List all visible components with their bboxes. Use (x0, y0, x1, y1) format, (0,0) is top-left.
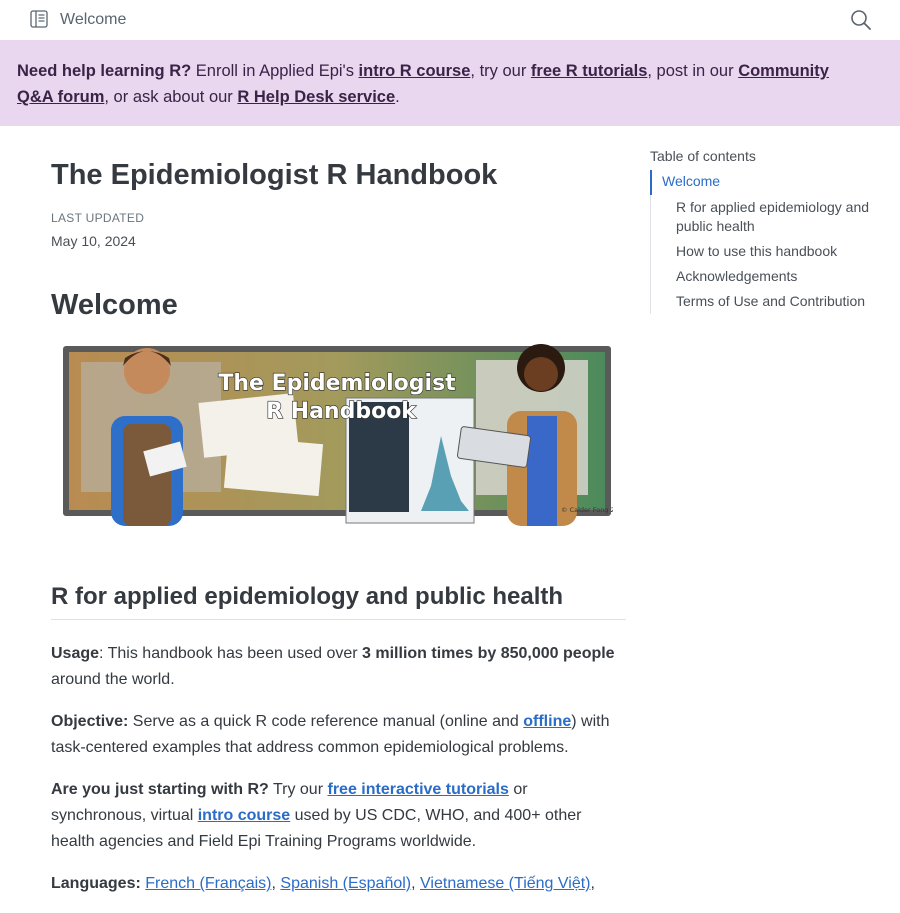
announcement-banner: Need help learning R? Enroll in Applied … (0, 40, 900, 126)
objective-paragraph: Objective: Serve as a quick R code refer… (51, 709, 626, 761)
topbar-title: Welcome (60, 11, 127, 28)
hero-title-line1: The Epidemiologist (218, 371, 456, 396)
banner-text: , try our (470, 62, 531, 80)
free-r-tutorials-link[interactable]: free R tutorials (531, 62, 647, 80)
start-label: Are you just starting with R? (51, 781, 269, 798)
page-title: The Epidemiologist R Handbook (51, 159, 498, 191)
toc-item-welcome[interactable]: Welcome (650, 170, 880, 195)
objective-label: Objective: (51, 713, 129, 730)
last-updated-label: LAST UPDATED (51, 211, 145, 225)
languages-paragraph: Languages: French (Français), Spanish (E… (51, 871, 626, 897)
toc-item-how-to-use[interactable]: How to use this handbook (651, 239, 880, 264)
handbook-banner-image: The Epidemiologist R Handbook © Calder F… (63, 344, 613, 526)
interactive-tutorials-link[interactable]: free interactive tutorials (327, 781, 508, 798)
banner-text: Enroll in Applied Epi's (191, 62, 359, 80)
banner-lead: Need help learning R? (17, 62, 192, 80)
language-link-spanish[interactable]: Spanish (Español) (280, 875, 411, 892)
toc-item-applied-epi[interactable]: R for applied epidemiology and public he… (651, 195, 880, 239)
toc-item-acknowledgements[interactable]: Acknowledgements (651, 264, 880, 289)
offline-link[interactable]: offline (523, 713, 571, 730)
language-link-french[interactable]: French (Français) (145, 875, 271, 892)
top-navbar: Welcome (0, 0, 900, 40)
language-link-vietnamese[interactable]: Vietnamese (Tiếng Việt) (420, 875, 590, 892)
toc-title: Table of contents (650, 148, 756, 164)
last-updated-date: May 10, 2024 (51, 233, 136, 249)
usage-text: around the world. (51, 671, 175, 688)
objective-text: Serve as a quick R code reference manual… (128, 713, 524, 730)
banner-text: , or ask about our (104, 88, 238, 106)
hero-title-line2: R Handbook (266, 399, 417, 424)
banner-text: , post in our (647, 62, 739, 80)
toc-item-terms[interactable]: Terms of Use and Contribution (651, 289, 880, 314)
banner-text: . (395, 88, 400, 106)
intro-paragraphs: Usage: This handbook has been used over … (51, 641, 626, 913)
help-desk-link[interactable]: R Help Desk service (237, 88, 395, 106)
sidebar-toggle-icon[interactable] (30, 10, 48, 28)
welcome-heading: Welcome (51, 289, 178, 321)
intro-r-course-link[interactable]: intro R course (359, 62, 471, 80)
languages-label: Languages: (51, 875, 141, 892)
start-text: Try our (268, 781, 328, 798)
usage-text: : This handbook has been used over (99, 645, 363, 662)
toc-list: Welcome R for applied epidemiology and p… (650, 170, 880, 314)
language-separator: , (590, 875, 595, 892)
section-heading: R for applied epidemiology and public he… (51, 583, 626, 620)
usage-label: Usage (51, 645, 100, 662)
hero-credit: © Calder Fong 2021 (561, 506, 613, 514)
start-paragraph: Are you just starting with R? Try our fr… (51, 777, 626, 855)
search-icon[interactable] (850, 9, 872, 31)
table-of-contents: Table of contents Welcome R for applied … (650, 148, 880, 314)
usage-paragraph: Usage: This handbook has been used over … (51, 641, 626, 693)
intro-course-link[interactable]: intro course (198, 807, 290, 824)
language-separator: , (411, 875, 421, 892)
usage-stat: 3 million times by 850,000 people (362, 645, 615, 662)
